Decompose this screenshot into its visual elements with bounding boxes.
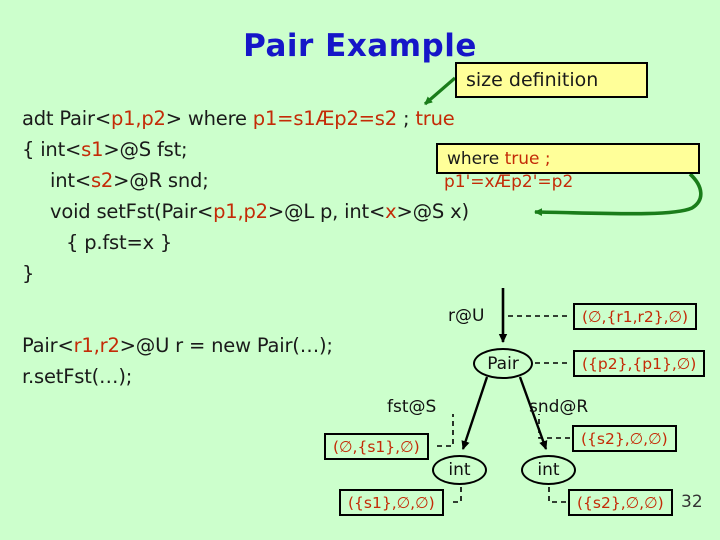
- code-span: s2: [90, 169, 114, 192]
- code-line-adt-decl: adt Pair<p1,p2> where p1=s1Æp2=s2 ; true: [22, 107, 455, 130]
- code-span: r1,r2: [73, 334, 120, 357]
- code-span: adt Pair<: [22, 107, 111, 130]
- callout-size-definition: size definition: [455, 62, 648, 98]
- code-span: >@U r = new Pair(…);: [119, 334, 333, 357]
- annotation-pair: ({p2},{p1},∅): [573, 350, 706, 377]
- edge-label-snd: snd@R: [529, 397, 589, 417]
- code-span: }: [22, 262, 35, 285]
- code-span: x: [385, 200, 397, 223]
- code-span: { int<: [22, 138, 82, 161]
- code-span: p1,p2: [110, 107, 166, 130]
- tree-node-int-right-label: int: [537, 460, 560, 480]
- code-span: Pair<: [22, 334, 74, 357]
- leader-snd: [538, 414, 570, 439]
- annotation-int-left: ({s1},∅,∅): [339, 489, 444, 516]
- tree-edge-fst: [461, 376, 489, 450]
- leader-int-right: [548, 485, 566, 503]
- callout-where-clause: where true ;: [436, 143, 700, 174]
- leader-int-left: [453, 485, 462, 503]
- green-arrow-size-definition: [423, 76, 457, 106]
- code-line-close-brace: }: [22, 262, 34, 285]
- tree-node-int-left: int: [432, 455, 487, 485]
- code-span: > where: [165, 107, 253, 130]
- slide-canvas: Pair Example adt Pair<p1,p2> where p1=s1…: [0, 0, 720, 540]
- edge-label-fst: fst@S: [387, 397, 437, 417]
- code-span: p1,p2: [213, 200, 268, 223]
- code-line-call-setfst: r.setFst(…);: [22, 365, 132, 388]
- page-number: 32: [681, 492, 703, 512]
- tree-node-int-left-label: int: [448, 460, 471, 480]
- annotation-fst-edge: (∅,{s1},∅): [324, 433, 429, 460]
- callout-size-definition-label: size definition: [466, 69, 599, 91]
- page-title: Pair Example: [243, 28, 477, 64]
- code-span: void setFst(Pair<: [50, 200, 214, 223]
- code-span: ;: [396, 107, 416, 130]
- callout-where-keyword: where: [447, 148, 500, 169]
- code-span: >@S fst;: [103, 138, 188, 161]
- code-span: >@L p, int<: [267, 200, 386, 223]
- tree-node-pair-label: Pair: [487, 353, 519, 374]
- callout-where-value: true ;: [504, 148, 551, 169]
- where-clause-constraint: p1'=xÆp2'=p2: [444, 172, 574, 192]
- code-span: s1: [81, 138, 104, 161]
- leader-fst: [437, 414, 454, 447]
- code-span: p1=s1Æp2=s2: [252, 107, 397, 130]
- tree-node-pair: Pair: [473, 348, 533, 379]
- tree-node-int-right: int: [521, 455, 576, 485]
- code-span: >@S x): [396, 200, 469, 223]
- code-span: >@R snd;: [113, 169, 209, 192]
- code-span: r.setFst(…);: [22, 365, 133, 388]
- annotation-snd-edge: ({s2},∅,∅): [572, 425, 677, 452]
- annotation-int-right: ({s2},∅,∅): [568, 489, 673, 516]
- code-line-setfst-signature: void setFst(Pair<p1,p2>@L p, int<x>@S x): [50, 200, 469, 223]
- code-line-snd-field: int<s2>@R snd;: [50, 169, 209, 192]
- annotation-root-ref: (∅,{r1,r2},∅): [573, 303, 698, 330]
- code-line-fst-field: { int<s1>@S fst;: [22, 138, 188, 161]
- code-span: { p.fst=x }: [66, 231, 173, 254]
- code-line-setfst-body: { p.fst=x }: [66, 231, 172, 254]
- edge-label-root-ref: r@U: [448, 306, 485, 326]
- code-line-new-pair: Pair<r1,r2>@U r = new Pair(…);: [22, 334, 333, 357]
- code-span: true: [415, 107, 455, 130]
- code-span: int<: [50, 169, 91, 192]
